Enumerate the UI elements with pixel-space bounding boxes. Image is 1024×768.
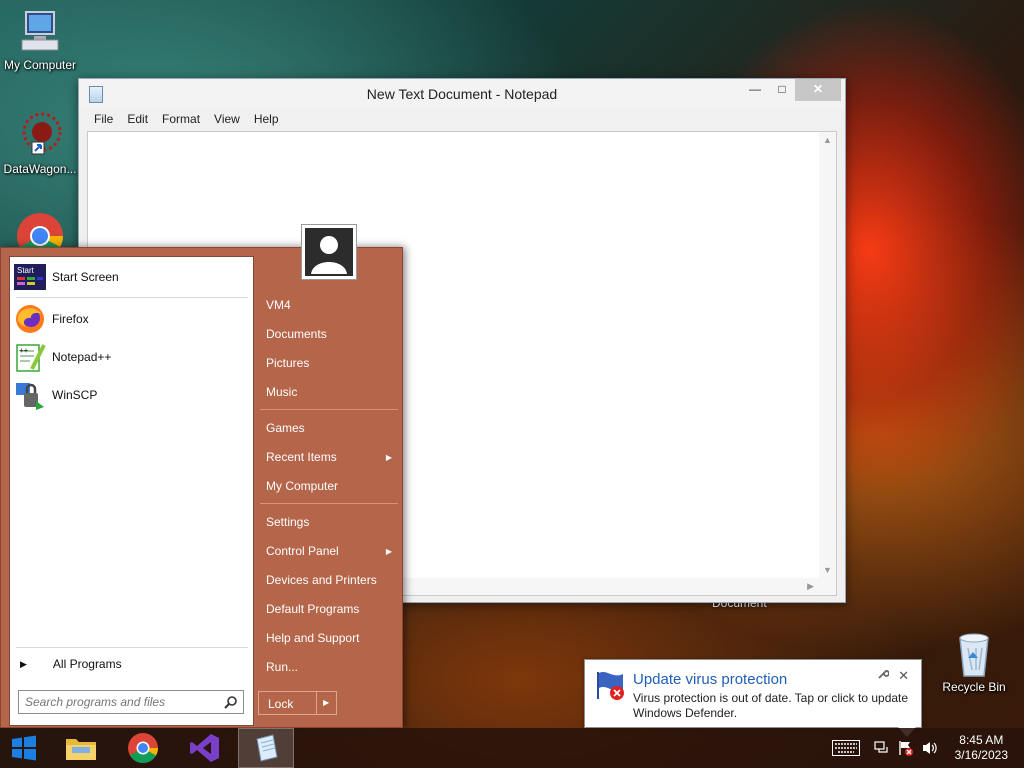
link-help-and-support[interactable]: Help and Support — [266, 631, 359, 645]
clock-date: 3/16/2023 — [954, 748, 1008, 762]
keyboard-icon[interactable] — [832, 740, 860, 756]
visual-studio-icon — [190, 734, 219, 762]
pinned-label: Notepad++ — [52, 350, 112, 364]
desktop-icon-datawagon[interactable]: DataWagon... — [0, 112, 80, 176]
divider — [260, 409, 398, 410]
link-devices-and-printers[interactable]: Devices and Printers — [266, 573, 377, 587]
title-bar[interactable]: New Text Document - Notepad — □ ✕ — [79, 79, 845, 109]
defender-warning-icon — [597, 672, 624, 700]
divider — [316, 692, 317, 714]
firefox-icon — [16, 305, 44, 333]
chevron-right-icon: ▶ — [385, 547, 392, 556]
taskbar-chrome[interactable] — [115, 728, 171, 768]
lock-label: Lock — [268, 697, 294, 711]
recent-items-label: Recent Items — [266, 450, 337, 464]
desktop-icon-my-computer[interactable]: My Computer — [0, 8, 80, 72]
search-input[interactable] — [19, 691, 215, 713]
pinned-label: Firefox — [52, 312, 89, 326]
menu-help[interactable]: Help — [247, 109, 286, 129]
notification-body: Virus protection is out of date. Tap or … — [633, 691, 909, 720]
menu-format[interactable]: Format — [155, 109, 207, 129]
taskbar-visual-studio[interactable] — [177, 728, 233, 768]
start-menu-programs-pane: Start Start Screen Firefox ++ Notepad++ … — [9, 256, 254, 726]
computer-icon — [21, 11, 59, 51]
pinned-label: Start Screen — [52, 270, 119, 284]
search-icon[interactable] — [224, 695, 238, 709]
svg-text:++: ++ — [19, 346, 29, 355]
desktop-icon-label: My Computer — [3, 58, 77, 72]
scroll-down-icon[interactable]: ▼ — [823, 565, 832, 575]
menu-edit[interactable]: Edit — [120, 109, 155, 129]
winscp-icon — [16, 383, 44, 410]
link-control-panel[interactable]: Control Panel — [266, 544, 339, 558]
network-icon[interactable] — [874, 740, 890, 756]
taskbar-file-explorer[interactable] — [53, 728, 109, 768]
pinned-label: WinSCP — [52, 388, 98, 402]
notepadpp-icon: ++ — [16, 344, 46, 372]
menu-view[interactable]: View — [207, 109, 247, 129]
pinned-start-screen[interactable]: Start Start Screen — [14, 260, 119, 294]
menu-bar: File Edit Format View Help — [79, 109, 845, 129]
system-clock[interactable]: 8:45 AM 3/16/2023 — [955, 733, 1008, 763]
pinned-notepadpp[interactable]: ++ Notepad++ — [14, 340, 111, 374]
close-button[interactable]: ✕ — [795, 79, 841, 101]
user-icon — [311, 236, 347, 274]
search-box[interactable] — [18, 690, 244, 714]
link-default-programs[interactable]: Default Programs — [266, 602, 359, 616]
notepad-icon — [256, 734, 278, 762]
desktop-icon-label: DataWagon... — [3, 162, 77, 176]
link-settings[interactable]: Settings — [266, 515, 309, 529]
svg-text:Start: Start — [17, 266, 35, 275]
clock-time: 8:45 AM — [959, 733, 1004, 747]
link-pictures[interactable]: Pictures — [266, 356, 309, 370]
pinned-winscp[interactable]: WinSCP — [14, 378, 97, 412]
action-center-alert-icon[interactable] — [898, 740, 914, 756]
maximize-button[interactable]: □ — [768, 79, 796, 101]
minimize-button[interactable]: — — [741, 79, 769, 101]
link-games[interactable]: Games — [266, 421, 305, 435]
desktop-icon-label: Recycle Bin — [942, 680, 1006, 694]
link-documents[interactable]: Documents — [266, 327, 327, 341]
all-programs-button[interactable]: ▶ All Programs — [20, 647, 122, 681]
user-folder-vm4[interactable]: VM4 — [266, 298, 291, 312]
link-music[interactable]: Music — [266, 385, 297, 399]
lock-options-chevron-icon[interactable]: ▶ — [323, 698, 329, 707]
menu-file[interactable]: File — [87, 109, 120, 129]
divider — [16, 297, 248, 298]
chevron-right-icon: ▶ — [385, 453, 392, 462]
taskbar-notepad[interactable] — [238, 728, 294, 768]
volume-icon[interactable] — [922, 740, 938, 756]
user-avatar[interactable] — [301, 224, 357, 280]
pinned-firefox[interactable]: Firefox — [14, 302, 89, 336]
taskbar: 8:45 AM 3/16/2023 — [0, 728, 1024, 768]
link-run[interactable]: Run... — [266, 660, 298, 674]
notification-balloon[interactable]: Update virus protection Virus protection… — [584, 659, 922, 737]
desktop-icon-recycle-bin[interactable]: Recycle Bin — [934, 630, 1014, 694]
windows-logo-icon — [12, 735, 36, 761]
scroll-up-icon[interactable]: ▲ — [823, 135, 832, 145]
scroll-right-icon[interactable]: ▶ — [807, 581, 814, 592]
recycle-bin-icon — [959, 633, 989, 677]
notification-close-icon[interactable]: ✕ — [898, 668, 909, 684]
window-title: New Text Document - Notepad — [366, 86, 558, 102]
link-my-computer[interactable]: My Computer — [266, 479, 338, 493]
start-menu: Start Start Screen Firefox ++ Notepad++ … — [0, 224, 403, 728]
triangle-right-icon: ▶ — [20, 658, 27, 669]
folder-icon — [66, 739, 96, 760]
datawagon-icon — [22, 112, 62, 155]
vertical-scrollbar[interactable]: ▲ ▼ — [819, 132, 836, 578]
start-button[interactable] — [0, 728, 48, 768]
divider — [260, 503, 398, 504]
lock-button[interactable]: Lock ▶ — [258, 691, 337, 715]
chrome-icon — [128, 733, 159, 764]
chrome-icon — [17, 213, 63, 252]
all-programs-label: All Programs — [52, 657, 122, 671]
start-screen-icon: Start — [14, 264, 46, 290]
link-recent-items[interactable]: Recent Items — [266, 450, 394, 464]
wrench-icon[interactable] — [877, 668, 889, 680]
notification-title: Update virus protection — [633, 671, 788, 688]
